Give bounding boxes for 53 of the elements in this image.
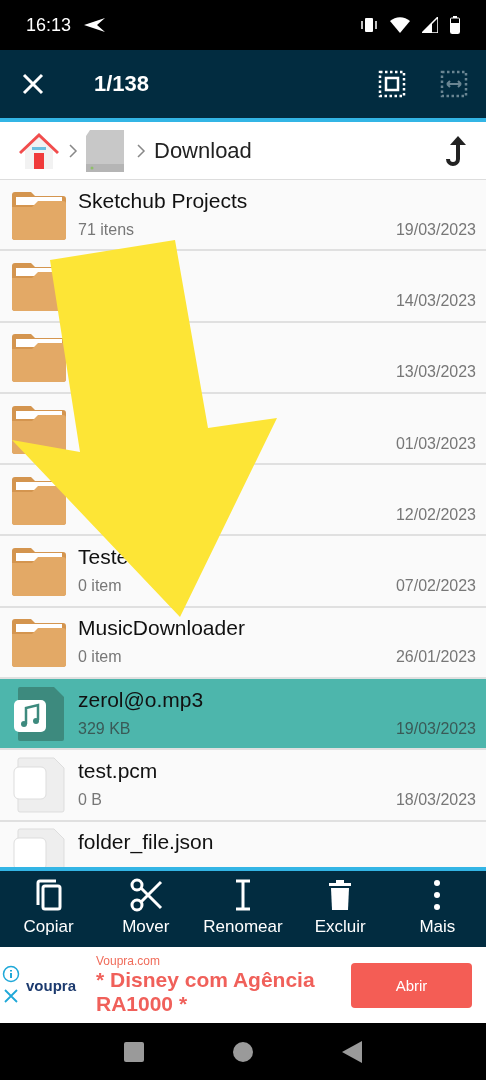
chevron-icon — [136, 142, 146, 159]
file-icon — [10, 757, 68, 813]
home-icon[interactable] — [18, 130, 60, 171]
file-date: 19/03/2023 — [395, 220, 476, 239]
folder-icon — [10, 616, 68, 669]
scissors-icon — [128, 877, 163, 913]
file-name: Sketchub Projects — [78, 188, 249, 214]
file-name: test.pcm — [78, 759, 159, 784]
folder-icon — [10, 545, 68, 598]
signal-icon — [422, 17, 438, 33]
vibrate-icon — [360, 17, 378, 33]
toolbar-action[interactable]: Excluir — [291, 871, 389, 947]
wifi-icon — [390, 17, 410, 33]
file-date: 12/02/2023 — [395, 505, 476, 524]
file-date: 18/03/2023 — [395, 791, 476, 809]
file-date: 26/01/2023 — [395, 648, 476, 667]
battery-icon — [450, 16, 460, 34]
file-name: folder_file.json — [78, 830, 215, 856]
file-info: 0 item — [78, 648, 122, 667]
file-date: 19/03/2023 — [395, 719, 476, 738]
file-name: zerol@o.mp3 — [78, 687, 205, 713]
close-icon[interactable] — [22, 73, 44, 95]
home-button-icon[interactable] — [233, 1041, 253, 1062]
file-info: 0 B — [78, 791, 102, 809]
file-info: 71 itens — [78, 220, 135, 239]
send-icon — [83, 17, 106, 33]
toolbar-action[interactable]: Mover — [97, 871, 195, 947]
up-arrow-icon[interactable] — [444, 135, 468, 166]
chevron-icon — [68, 142, 78, 159]
recents-icon[interactable] — [124, 1041, 145, 1062]
file-info: 329 KB — [78, 719, 131, 738]
info-icon[interactable] — [2, 965, 20, 983]
file-date: 13/03/2023 — [395, 363, 476, 382]
file-date: 01/03/2023 — [395, 434, 476, 453]
more-icon — [433, 877, 442, 913]
file-name: MusicDownloader — [78, 616, 246, 642]
file-info: 0 item — [78, 577, 122, 596]
selection-counter: 1/138 — [94, 71, 151, 97]
file-date: 07/02/2023 — [395, 577, 476, 596]
folder-icon — [10, 331, 68, 384]
clock: 16:13 — [26, 14, 72, 36]
file-date: 14/03/2023 — [395, 291, 476, 310]
toolbar-action[interactable]: Copiar — [0, 871, 98, 947]
ad-headline: * Disney com Agência RA1000 * — [96, 968, 316, 1016]
toolbar-action[interactable]: Renomear — [194, 871, 292, 947]
back-icon[interactable] — [341, 1040, 362, 1063]
select-range-icon[interactable] — [440, 70, 468, 98]
file-row[interactable]: zerol@o.mp3 329 KB 19/03/2023 — [0, 679, 486, 751]
current-folder: Download — [154, 137, 253, 164]
ad-logo: voupra — [26, 976, 77, 994]
toolbar-action[interactable]: Mais — [388, 871, 486, 947]
ad-site: Voupra.com — [96, 954, 162, 968]
select-all-icon[interactable] — [378, 70, 406, 98]
